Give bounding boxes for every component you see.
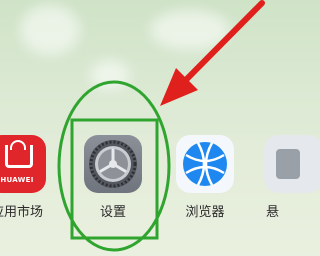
partial-app-icon — [264, 135, 320, 193]
background-bokeh — [150, 10, 230, 50]
gear-icon — [84, 135, 142, 193]
background-bokeh — [20, 5, 80, 55]
app-label: 浏览器 — [185, 205, 225, 220]
huawei-appgallery-icon: HUAWEI — [0, 135, 46, 193]
globe-icon — [176, 135, 234, 193]
home-screen-app-row: HUAWEI 应用市场 设置 — [0, 95, 320, 256]
app-appgallery[interactable]: HUAWEI 应用市场 — [0, 135, 52, 220]
app-label: 设置 — [99, 205, 126, 220]
app-browser[interactable]: 浏览器 — [170, 135, 240, 220]
background-bokeh — [90, 60, 130, 90]
app-partial[interactable]: 悬 — [258, 135, 320, 220]
huawei-logo-text: HUAWEI — [0, 176, 34, 184]
app-label: 应用市场 — [0, 205, 43, 220]
app-label: 悬 — [266, 205, 280, 220]
app-settings[interactable]: 设置 — [78, 135, 148, 220]
